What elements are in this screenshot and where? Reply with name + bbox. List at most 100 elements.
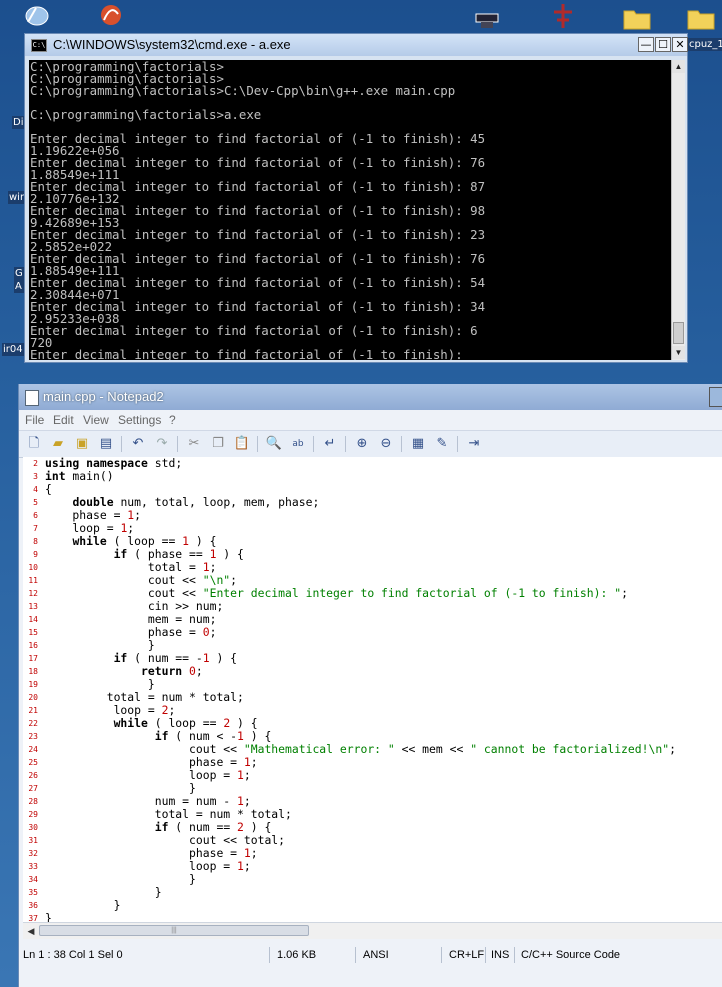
browse-icon[interactable]: ▣ [73,435,91,453]
new-file-icon[interactable]: 🗋 [25,435,43,453]
horizontal-scrollbar[interactable]: ◀ ||| [23,922,722,939]
menu-file[interactable]: File [25,413,44,427]
status-line-endings[interactable]: CR+LF [449,949,484,961]
line-number: 7 [33,524,38,533]
undo-icon[interactable]: ↶ [129,435,147,453]
line-number: 11 [28,576,38,585]
scrollbar-thumb[interactable]: ||| [39,925,309,936]
console-line: C:\programming\factorials>a.exe [30,107,262,122]
status-encoding[interactable]: ANSI [363,949,389,961]
notepad-title: main.cpp - Notepad2 [43,389,164,404]
scroll-left-arrow-icon[interactable]: ◀ [25,925,37,937]
console-line: Enter decimal integer to find factorial … [30,275,486,290]
desktop-shortcut-1-icon[interactable] [22,2,52,30]
line-number: 35 [28,888,38,897]
find-icon[interactable]: 🔍 [265,435,283,453]
save-icon[interactable]: ▤ [97,435,115,453]
notepad-window: main.cpp - Notepad2 File Edit View Setti… [18,384,722,987]
console-line: Enter decimal integer to find factorial … [30,179,486,194]
paste-icon[interactable]: 📋 [233,435,251,453]
line-number: 36 [28,901,38,910]
status-file-size: 1.06 KB [277,949,317,961]
line-number: 25 [28,758,38,767]
scroll-down-arrow-icon[interactable]: ▼ [672,346,685,359]
cmd-titlebar[interactable]: C:\ C:\WINDOWS\system32\cmd.exe - a.exe … [25,34,688,56]
document-icon [25,390,39,406]
redo-icon[interactable]: ↷ [153,435,171,453]
console-line: Enter decimal integer to find factorial … [30,203,486,218]
console-output[interactable]: C:\programming\factorials> C:\programming… [29,60,671,360]
window-button[interactable] [709,387,722,407]
status-position: Ln 1 : 38 Col 1 Sel 0 [23,949,123,961]
desktop-shortcut-2-icon[interactable] [96,2,126,30]
line-number: 20 [28,693,38,702]
maximize-button[interactable]: ☐ [655,37,671,52]
line-number: 24 [28,745,38,754]
desktop-label: ir04 [2,343,26,356]
line-number: 14 [28,615,38,624]
console-line: Enter decimal integer to find factorial … [30,323,478,338]
zoom-in-icon[interactable]: ⊕ [353,435,371,453]
code-editor[interactable]: 2 using namespace std; 3 int main() 4{5 doub… [23,457,722,922]
replace-icon[interactable]: ab [289,435,307,453]
line-number: 3 [33,472,38,481]
menu-help[interactable]: ? [169,413,176,427]
menu-edit[interactable]: Edit [53,413,74,427]
line-number: 2 [33,459,38,468]
scrollbar-thumb[interactable] [673,322,684,344]
console-line: C:\programming\factorials>C:\Dev-Cpp\bin… [30,83,456,98]
line-number: 12 [28,589,38,598]
desktop-label: cpuz_1 [688,38,722,51]
line-number: 33 [28,862,38,871]
close-button[interactable]: ✕ [672,37,688,52]
scheme-icon[interactable]: ▦ [409,435,427,453]
customize-icon[interactable]: ✎ [433,435,451,453]
open-file-icon[interactable]: ▰ [49,435,67,453]
copy-icon[interactable]: ❐ [209,435,227,453]
minimize-button[interactable]: — [638,37,654,52]
cut-icon[interactable]: ✂ [185,435,203,453]
line-number: 8 [33,537,38,546]
menu-view[interactable]: View [83,413,109,427]
line-number: 28 [28,797,38,806]
line-number: 34 [28,875,38,884]
cmd-window: C:\ C:\WINDOWS\system32\cmd.exe - a.exe … [24,33,688,363]
line-number: 6 [33,511,38,520]
console-line: Enter decimal integer to find factorial … [30,131,486,146]
console-line: Enter decimal integer to find factorial … [30,347,471,360]
line-number: 27 [28,784,38,793]
console-line: Enter decimal integer to find factorial … [30,227,486,242]
line-number: 15 [28,628,38,637]
line-number: 9 [33,550,38,559]
folder-icon[interactable] [686,4,716,32]
code-text: } [45,898,121,912]
line-number: 21 [28,706,38,715]
desktop-shortcut-4-icon[interactable] [548,2,578,30]
line-number: 18 [28,667,38,676]
line-number: 31 [28,836,38,845]
status-insert-mode[interactable]: INS [491,949,509,961]
zoom-out-icon[interactable]: ⊖ [377,435,395,453]
notepad-titlebar[interactable]: main.cpp - Notepad2 [19,384,722,410]
status-bar: Ln 1 : 38 Col 1 Sel 0 1.06 KB ANSI CR+LF… [19,944,722,966]
line-number: 26 [28,771,38,780]
console-icon: C:\ [31,39,47,52]
word-wrap-icon[interactable]: ↵ [321,435,339,453]
menu-settings[interactable]: Settings [118,413,161,427]
line-number: 29 [28,810,38,819]
line-number: 16 [28,641,38,650]
scroll-up-arrow-icon[interactable]: ▲ [672,60,685,73]
line-number: 4 [33,485,38,494]
line-number: 13 [28,602,38,611]
code-text: int main() [45,469,114,483]
console-scrollbar[interactable]: ▲ ▼ [671,60,685,360]
line-number: 17 [28,654,38,663]
toolbar: 🗋 ▰ ▣ ▤ ↶ ↷ ✂ ❐ 📋 🔍 ab ↵ ⊕ ⊖ ▦ ✎ ⇥ [19,430,722,458]
folder-icon[interactable] [622,4,652,32]
desktop-shortcut-3-icon[interactable] [472,6,502,34]
console-line: Enter decimal integer to find factorial … [30,251,486,266]
line-number: 19 [28,680,38,689]
line-number: 32 [28,849,38,858]
status-syntax-scheme[interactable]: C/C++ Source Code [521,949,620,961]
exit-icon[interactable]: ⇥ [465,435,483,453]
